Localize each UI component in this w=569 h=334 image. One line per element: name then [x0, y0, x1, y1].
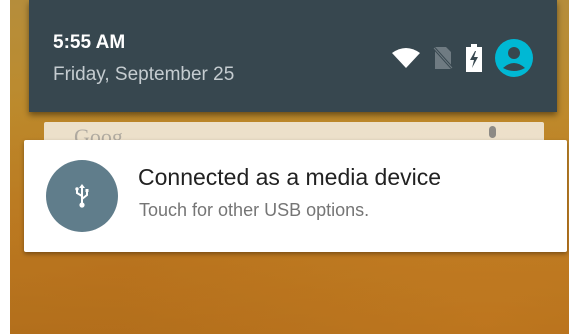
user-account-icon[interactable] [495, 39, 533, 77]
usb-icon [75, 184, 89, 208]
battery-charging-icon [466, 44, 482, 72]
clock-time: 5:55 AM [53, 32, 126, 53]
no-sim-icon [433, 46, 453, 70]
notification-title: Connected as a media device [138, 164, 442, 190]
status-icons [379, 38, 533, 78]
usb-notification[interactable]: Connected as a media device Touch for ot… [24, 140, 567, 252]
date-label: Friday, September 25 [53, 64, 235, 85]
mic-icon [489, 126, 496, 138]
wifi-icon [392, 48, 420, 68]
notification-shade-header: 5:55 AM Friday, September 25 [29, 0, 557, 112]
usb-icon-badge [46, 160, 118, 232]
notification-text: Touch for other USB options. [139, 200, 370, 220]
